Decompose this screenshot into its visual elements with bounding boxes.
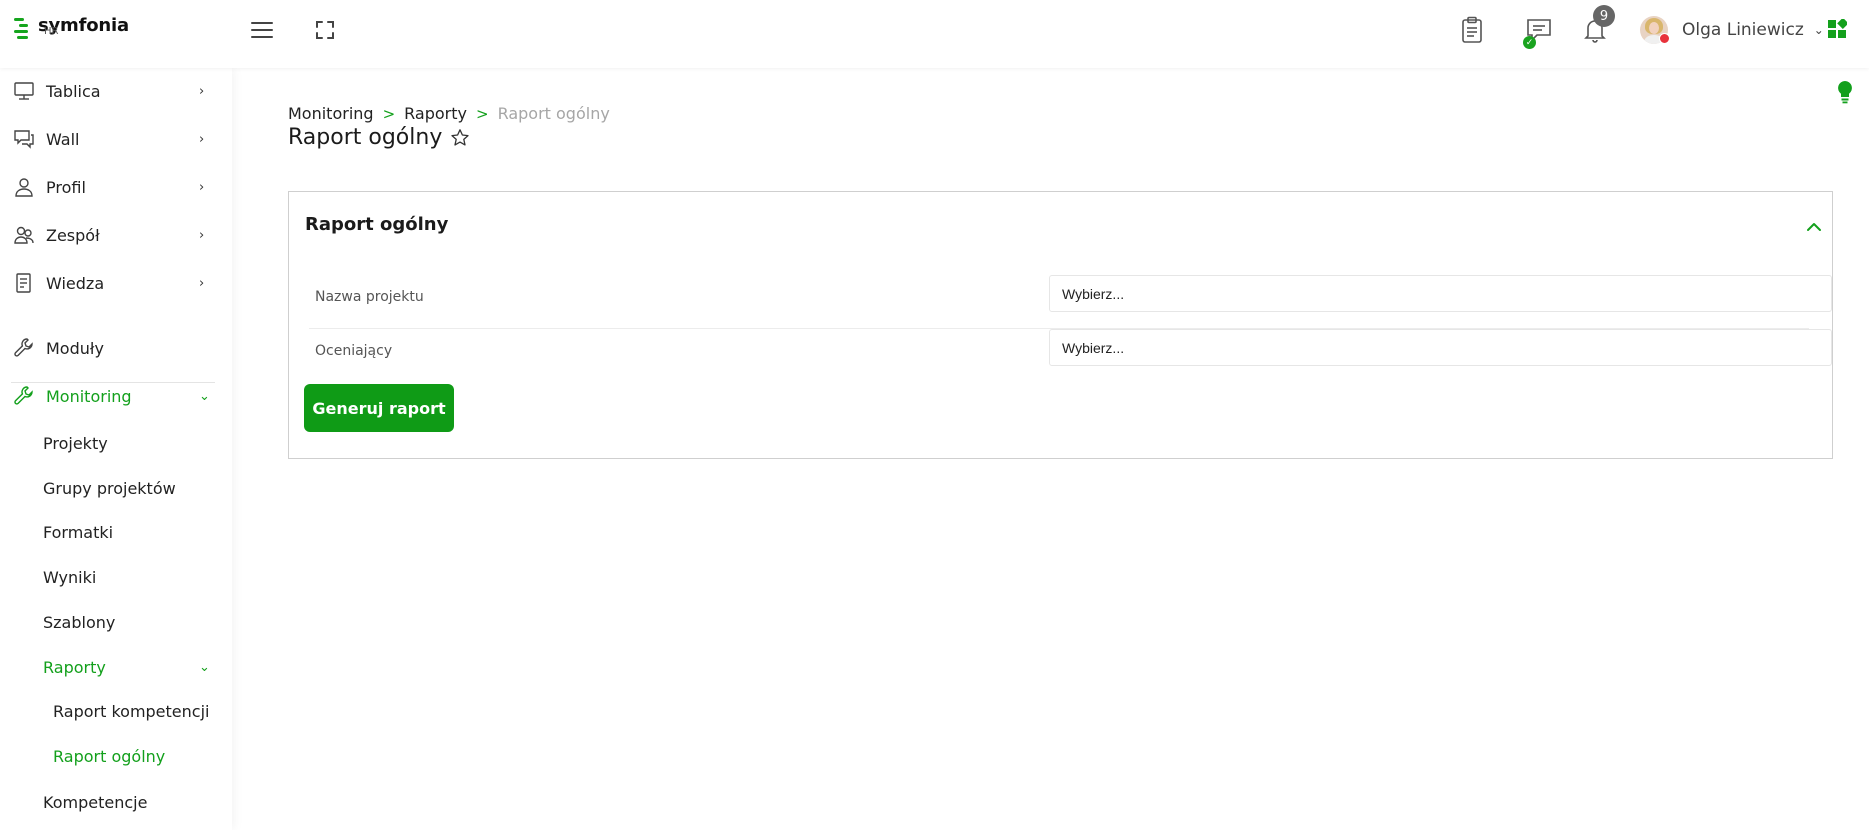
breadcrumb-item[interactable]: Monitoring [288,104,374,123]
wrench-icon [13,385,35,407]
breadcrumb-item[interactable]: Raporty [404,104,467,123]
breadcrumb-separator: > [382,104,396,123]
notification-badge: 9 [1593,5,1615,27]
breadcrumb-current: Raport ogólny [497,104,610,123]
team-icon [13,224,35,246]
sidebar-subitem-kompetencje[interactable]: Kompetencje [0,782,232,822]
user-name: Olga Liniewicz [1682,20,1804,40]
brand-sub: HR [44,26,59,37]
chevron-down-icon: ⌄ [1813,23,1824,37]
sidebar-item-wall[interactable]: Wall › [0,119,232,159]
monitor-icon [13,80,35,102]
sidebar-item-monitoring[interactable]: Monitoring ⌄ [0,376,232,416]
chevron-right-icon: › [199,131,205,147]
sidebar-item-label: Wiedza [46,273,105,293]
sidebar-subitem-label: Raport kompetencji [53,701,210,721]
online-status-icon: ✓ [1523,36,1536,49]
sidebar-item-label: Profil [46,177,86,197]
sidebar-subitem-label: Raporty [43,657,106,677]
sidebar-subitem-label: Formatki [43,522,114,542]
sidebar-item-zespol[interactable]: Zespół › [0,215,232,255]
brand-logo[interactable]: symfonia [14,16,129,42]
breadcrumb-separator: > [475,104,489,123]
fullscreen-icon[interactable] [309,14,341,46]
logo-mark-icon [14,18,32,42]
sidebar-item-label: Monitoring [46,386,132,406]
sidebar-subitem-raport-kompetencji[interactable]: Raport kompetencji [0,691,232,731]
page-title-row: Raport ogólny [288,125,470,150]
clipboard-icon[interactable] [1456,14,1488,46]
sidebar: Tablica › Wall › Profil › Zespół › Wiedz… [0,68,232,830]
sidebar-subitem-grupy-projektow[interactable]: Grupy projektów [0,468,232,508]
sidebar-item-moduly[interactable]: Moduły [0,328,232,368]
sidebar-subitem-raporty[interactable]: Raporty ⌄ [0,647,232,687]
sidebar-subitem-label: Raport ogólny [53,746,166,766]
chevron-right-icon: › [199,83,205,99]
sidebar-subitem-wyniki[interactable]: Wyniki [0,557,232,597]
chevron-right-icon: › [199,227,205,243]
nazwa-projektu-select[interactable]: Wybierz... [1049,275,1832,312]
sidebar-item-label: Wall [46,129,80,149]
sidebar-item-wiedza[interactable]: Wiedza › [0,263,232,303]
sidebar-subitem-label: Projekty [43,433,108,453]
field-label: Nazwa projektu [315,289,424,305]
breadcrumb: Monitoring > Raporty > Raport ogólny [288,104,610,123]
chat-icon[interactable]: ✓ [1523,14,1555,49]
card-title: Raport ogólny [305,214,449,235]
top-bar: symfonia HR ✓ 9 Olga Liniewicz ⌄ [0,0,1869,68]
sidebar-subitem-raport-ogolny[interactable]: Raport ogólny [0,736,232,776]
sidebar-subitem-label: Wyniki [43,567,97,587]
form-row-oceniajacy: Oceniający Wybierz... [309,329,1832,383]
generate-report-button[interactable]: Generuj raport [304,384,454,432]
chevron-down-icon: ⌄ [199,659,210,675]
sidebar-item-profil[interactable]: Profil › [0,167,232,207]
sidebar-item-label: Zespół [46,225,100,245]
lightbulb-icon[interactable] [1836,80,1854,108]
bell-icon[interactable]: 9 [1579,5,1615,46]
sidebar-subitem-label: Grupy projektów [43,478,176,498]
form-row-nazwa-projektu: Nazwa projektu Wybierz... [309,275,1832,329]
sidebar-subitem-formatki[interactable]: Formatki [0,512,232,552]
sidebar-subitem-szablony[interactable]: Szablony [0,602,232,642]
status-dot [1659,33,1670,44]
wrench-icon [13,337,35,359]
page-title: Raport ogólny [288,125,443,150]
hamburger-menu-icon[interactable] [246,14,278,46]
field-label: Oceniający [315,343,393,359]
chevron-right-icon: › [199,275,205,291]
oceniajacy-select[interactable]: Wybierz... [1049,329,1832,366]
chevron-right-icon: › [199,179,205,195]
apps-grid-icon[interactable] [1827,17,1849,39]
chevron-up-icon[interactable] [1806,217,1822,236]
sidebar-item-label: Tablica [46,81,101,101]
sidebar-subitem-label: Szablony [43,612,116,632]
sidebar-subitem-projekty[interactable]: Projekty [0,423,232,463]
book-icon [13,272,35,294]
star-icon[interactable] [450,128,470,148]
chevron-down-icon: ⌄ [199,388,210,404]
sidebar-subitem-label: Kompetencje [43,792,148,812]
sidebar-item-label: Moduły [46,338,104,358]
user-icon [13,176,35,198]
report-card: Raport ogólny Nazwa projektu Wybierz... … [288,191,1833,459]
comments-icon [13,128,35,150]
sidebar-item-tablica[interactable]: Tablica › [0,71,232,111]
